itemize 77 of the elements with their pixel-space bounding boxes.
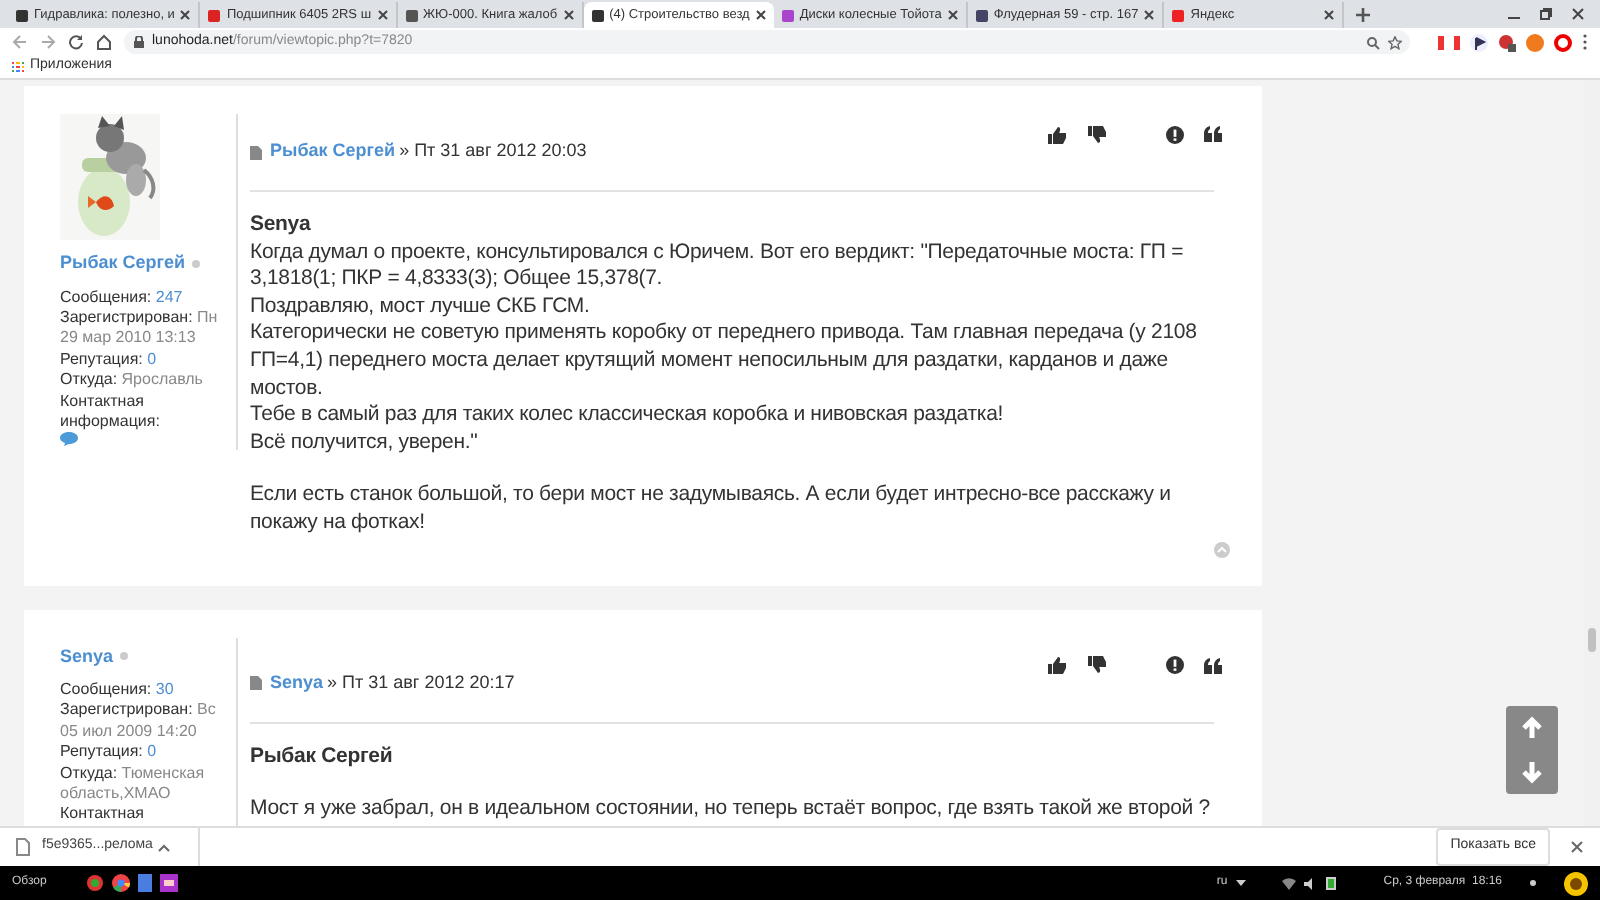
arrow-down-icon[interactable]: [1520, 760, 1544, 784]
post-text: Поздравляю, мост лучше СКБ ГСМ.: [250, 293, 592, 321]
reload-icon[interactable]: [68, 34, 84, 50]
favicon-icon: [975, 9, 988, 21]
app-icon[interactable]: [160, 874, 179, 892]
favicon-icon: [16, 9, 28, 21]
star-icon[interactable]: [1388, 35, 1402, 49]
report-icon[interactable]: [1166, 125, 1184, 143]
post-text: Если есть станок большой, то бери мост не задумываясь. А если будет интресно-все расскажу и покажу на фотках!: [250, 482, 1173, 538]
quote-icon[interactable]: [1204, 657, 1222, 674]
favicon-icon: [781, 9, 794, 21]
post-text: Категорически не советую применять коробку от переднего привода. Там главная передача (у 2108 ГП=4,1) переднего моста делает крутящий момент непосильным для раздатки, карданов и даже мостов.: [250, 320, 1199, 403]
thumbs-up-icon[interactable]: [1048, 656, 1066, 675]
sunflower-icon[interactable]: [1564, 871, 1588, 895]
profile-field: Откуда: Тюменская область,ХМАО: [60, 763, 205, 803]
post-text: Тебе в самый раз для таких колес классическая коробка и нивовская раздатка!: [250, 402, 1006, 430]
new-tab-icon[interactable]: [1356, 7, 1371, 21]
document-app-icon[interactable]: [138, 874, 153, 892]
post-icon[interactable]: [250, 676, 262, 691]
close-icon[interactable]: [563, 10, 574, 20]
app-icon[interactable]: [86, 874, 105, 892]
flag-icon[interactable]: [1470, 33, 1488, 51]
post-text: Когда думал о проекте, консультировался с Юричем. Вот его вердикт: "Передаточные моста: ГП = 3,1818(1; ПКР = 4,8333(3); Общее 15,378(7.: [250, 239, 1186, 294]
thumbs-down-icon[interactable]: [1088, 656, 1106, 675]
quote-icon[interactable]: [1204, 126, 1222, 142]
file-icon: [16, 838, 30, 856]
chrome-icon[interactable]: [112, 874, 131, 892]
close-icon[interactable]: [1144, 10, 1155, 20]
favicon-icon: [208, 9, 221, 21]
profile-label: Контактная: [60, 804, 145, 823]
close-icon[interactable]: [180, 10, 191, 20]
zoom-icon[interactable]: [1366, 35, 1380, 49]
arrow-up-icon[interactable]: [1520, 716, 1544, 740]
thumbs-up-icon[interactable]: [1048, 125, 1066, 143]
report-icon[interactable]: [1166, 656, 1184, 675]
post-icon[interactable]: [250, 145, 262, 159]
scrollbar-thumb[interactable]: [1588, 628, 1596, 652]
quote-author: Senya: [250, 212, 313, 240]
profile-avatar-icon[interactable]: [1526, 33, 1544, 51]
post-date: » Пт 31 авг 2012 20:03: [399, 138, 587, 165]
profile-field: Репутация: 0: [60, 349, 157, 368]
offline-status-icon: [119, 652, 128, 661]
close-icon[interactable]: [947, 10, 958, 20]
profile-field: Сообщения: 30: [60, 680, 174, 699]
opera-icon[interactable]: [1554, 33, 1572, 51]
favicon-icon: [1172, 9, 1185, 21]
offline-status-icon: [191, 259, 200, 268]
caret-icon[interactable]: [158, 843, 170, 851]
close-icon[interactable]: [1572, 8, 1584, 20]
lock-icon: [134, 36, 144, 48]
restore-icon[interactable]: [1540, 8, 1552, 20]
profile-label: Контактная информация:: [60, 391, 162, 433]
close-icon[interactable]: [1324, 10, 1335, 20]
caret-icon[interactable]: [1235, 880, 1246, 886]
favicon-icon: [591, 9, 604, 21]
home-icon[interactable]: [96, 34, 112, 50]
post-date: » Пт 31 авг 2012 20:17: [327, 669, 515, 696]
quote-author: Рыбак Сергей: [250, 743, 395, 771]
dot-icon: [1530, 880, 1536, 886]
close-icon[interactable]: [1570, 840, 1584, 854]
thumbs-down-icon[interactable]: [1088, 125, 1106, 143]
profile-field: Зарегистрирован: Вс 05 июл 2009 14:20: [60, 700, 216, 740]
close-icon[interactable]: [755, 10, 766, 20]
favicon-icon: [405, 9, 418, 21]
battery-icon[interactable]: [1325, 876, 1336, 890]
profile-field: Откуда: Ярославль: [60, 370, 203, 389]
profile-field: Сообщения: 247: [60, 287, 183, 305]
extension-icon[interactable]: [1498, 33, 1516, 51]
volume-icon[interactable]: [1303, 877, 1318, 889]
chat-icon[interactable]: [60, 432, 78, 447]
menu-icon[interactable]: [1582, 34, 1588, 50]
profile-field: Зарегистрирован: Пн 29 мар 2010 13:13: [60, 307, 218, 347]
close-icon[interactable]: [377, 10, 388, 20]
post-text: Всё получится, уверен.": [250, 429, 480, 457]
post-text: Мост я уже забрал, он в идеальном состоянии, но теперь встаёт вопрос, где взять такой же второй ?: [250, 796, 1212, 824]
wifi-icon[interactable]: [1281, 877, 1296, 889]
profile-field: Репутация: 0: [60, 742, 157, 761]
